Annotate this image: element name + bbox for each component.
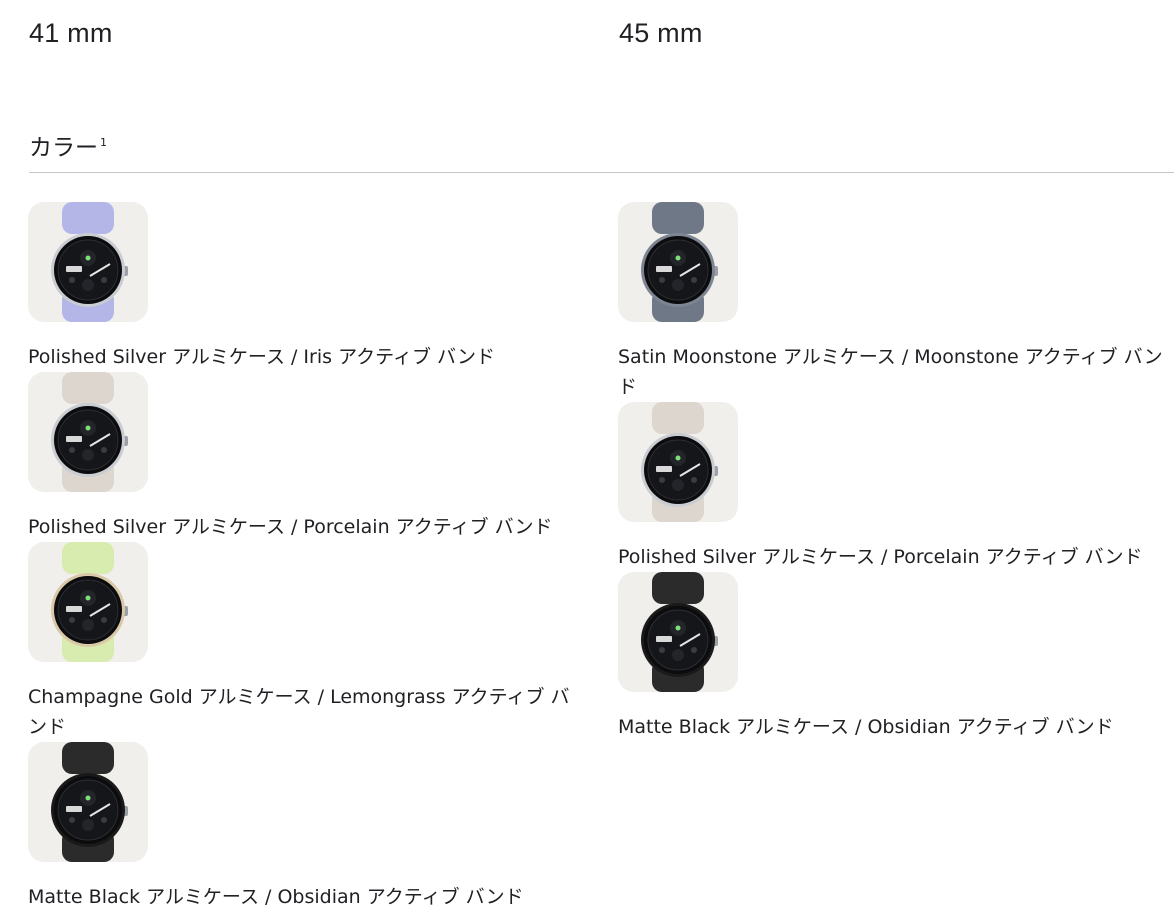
- color-option[interactable]: Matte Black アルミケース / Obsidian アクティブ バンド: [618, 572, 1174, 742]
- color-option[interactable]: Matte Black アルミケース / Obsidian アクティブ バンド: [28, 742, 588, 912]
- color-option[interactable]: Satin Moonstone アルミケース / Moonstone アクティブ…: [618, 202, 1174, 402]
- color-option-label: Polished Silver アルミケース / Porcelain アクティブ…: [618, 546, 1143, 568]
- color-option-label: Matte Black アルミケース / Obsidian アクティブ バンド: [618, 716, 1114, 738]
- watch-thumbnail[interactable]: [28, 202, 148, 322]
- size-41mm-heading: 41 mm: [29, 18, 113, 48]
- color-option-label: Champagne Gold アルミケース / Lemongrass アクティブ…: [28, 686, 570, 738]
- color-section-heading: カラー 1: [29, 128, 107, 162]
- watch-image: [641, 402, 718, 522]
- section-divider: [29, 172, 1174, 173]
- color-option[interactable]: Polished Silver アルミケース / Iris アクティブ バンド: [28, 202, 588, 372]
- color-list-41mm: Polished Silver アルミケース / Iris アクティブ バンド P…: [28, 202, 588, 912]
- watch-image: [641, 202, 718, 322]
- watch-image: [51, 372, 128, 492]
- footnote-marker[interactable]: 1: [100, 136, 107, 149]
- color-list-45mm: Satin Moonstone アルミケース / Moonstone アクティブ…: [618, 202, 1174, 742]
- color-option-label: Polished Silver アルミケース / Porcelain アクティブ…: [28, 516, 553, 538]
- watch-thumbnail[interactable]: [28, 742, 148, 862]
- watch-thumbnail[interactable]: [618, 402, 738, 522]
- watch-thumbnail[interactable]: [28, 372, 148, 492]
- color-option-label: Matte Black アルミケース / Obsidian アクティブ バンド: [28, 886, 524, 908]
- watch-image: [51, 542, 128, 662]
- color-option-label: Polished Silver アルミケース / Iris アクティブ バンド: [28, 346, 495, 368]
- size-45mm-heading: 45 mm: [619, 18, 703, 48]
- watch-thumbnail[interactable]: [618, 202, 738, 322]
- watch-image: [51, 202, 128, 322]
- color-option-label: Satin Moonstone アルミケース / Moonstone アクティブ…: [618, 346, 1163, 398]
- color-option[interactable]: Polished Silver アルミケース / Porcelain アクティブ…: [618, 402, 1174, 572]
- color-heading-text: カラー: [29, 135, 98, 161]
- color-option[interactable]: Polished Silver アルミケース / Porcelain アクティブ…: [28, 372, 588, 542]
- watch-thumbnail[interactable]: [28, 542, 148, 662]
- watch-thumbnail[interactable]: [618, 572, 738, 692]
- watch-image: [641, 572, 718, 692]
- watch-image: [51, 742, 128, 862]
- color-option[interactable]: Champagne Gold アルミケース / Lemongrass アクティブ…: [28, 542, 588, 742]
